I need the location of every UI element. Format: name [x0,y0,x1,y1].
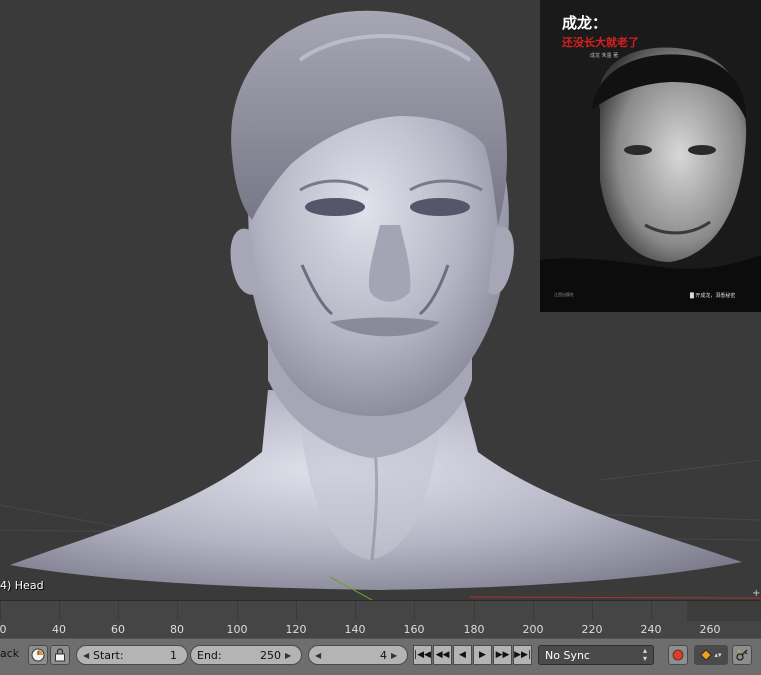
start-frame-label: Start: [93,648,124,662]
timeline-tick: 80 [170,623,184,636]
timeline-tick: 160 [403,623,425,636]
jump-next-keyframe-icon[interactable]: ▶▶ [493,645,512,665]
timeline-line [592,601,593,621]
timeline-tick: 60 [111,623,125,636]
timeline-tick: 100 [226,623,248,636]
playback-menu[interactable]: ack [0,647,19,667]
active-object-label: 4) Head [0,579,44,592]
decrement-arrow-icon[interactable]: ◀ [315,651,325,660]
end-frame-field[interactable]: End: 250 ▶ [190,645,302,665]
keying-set-icon[interactable] [732,645,752,665]
start-frame-field[interactable]: ◀ Start: 1 [76,645,188,665]
timeline-tick: 120 [285,623,307,636]
timeline-line [533,601,534,621]
timeline-line [0,601,1,621]
reference-subtitle: 还没长大就老了 [562,36,639,49]
timeline-line [710,601,711,621]
record-icon[interactable] [668,645,688,665]
timeline-tick: 220 [581,623,603,636]
timeline-line [414,601,415,621]
clock-icon[interactable] [28,645,48,665]
timeline-toolbar: ack ◀ Start: 1 End: 250 ▶ ◀ 4 ▶ |◀◀ ◀◀ ◀… [0,638,761,675]
timeline-tick: 260 [699,623,721,636]
playback-controls: |◀◀ ◀◀ ◀ ▶ ▶▶ ▶▶| [413,645,533,665]
timeline-line [355,601,356,621]
current-frame-field[interactable]: ◀ 4 ▶ [308,645,408,665]
sync-mode-select[interactable]: No Sync ▴ ▾ [538,645,654,665]
timeline-out-of-range [687,601,761,621]
timeline-line [118,601,119,621]
lock-icon[interactable] [50,645,70,665]
start-frame-value: 1 [170,648,177,662]
decrement-arrow-icon[interactable]: ◀ [83,651,93,660]
increment-arrow-icon[interactable]: ▶ [391,651,401,660]
reference-image[interactable]: 成龙： 还没长大就老了 成龙 朱墨 著 江西出版社 █ 开成龙，洞悉秘密 [540,0,761,312]
timeline-line [59,601,60,621]
sync-mode-label: No Sync [545,648,590,662]
updown-arrows-icon: ▴ ▾ [642,646,647,663]
add-icon[interactable]: + [752,588,760,599]
current-frame-value: 4 [380,648,387,662]
end-frame-value: 250 [260,648,281,662]
reference-author: 成龙 朱墨 著 [590,53,619,59]
jump-start-icon[interactable]: |◀◀ [413,645,432,665]
timeline-tick: 240 [640,623,662,636]
timeline-line [651,601,652,621]
play-icon[interactable]: ▶ [473,645,492,665]
timeline-tick: 140 [344,623,366,636]
jump-prev-keyframe-icon[interactable]: ◀◀ [433,645,452,665]
3d-viewport[interactable]: 成龙： 还没长大就老了 成龙 朱墨 著 江西出版社 █ 开成龙，洞悉秘密 4) … [0,0,761,600]
end-frame-label: End: [197,648,222,662]
timeline-tick: 40 [52,623,66,636]
timeline-tick: 180 [463,623,485,636]
timeline[interactable]: 0 40 60 80 100 120 140 160 180 200 220 2… [0,600,761,639]
timeline-line [474,601,475,621]
timeline-line [237,601,238,621]
play-reverse-icon[interactable]: ◀ [453,645,472,665]
increment-arrow-icon[interactable]: ▶ [285,651,295,660]
timeline-tick: 200 [522,623,544,636]
timeline-line [296,601,297,621]
timeline-line [177,601,178,621]
timeline-tick: 0 [0,623,7,636]
reference-tagline: █ 开成龙，洞悉秘密 [690,293,736,299]
jump-end-icon[interactable]: ▶▶| [513,645,532,665]
keyframe-diamond-icon[interactable]: ▴▾ [694,645,728,665]
reference-title: 成龙： [562,14,608,32]
reference-publisher: 江西出版社 [554,292,574,297]
